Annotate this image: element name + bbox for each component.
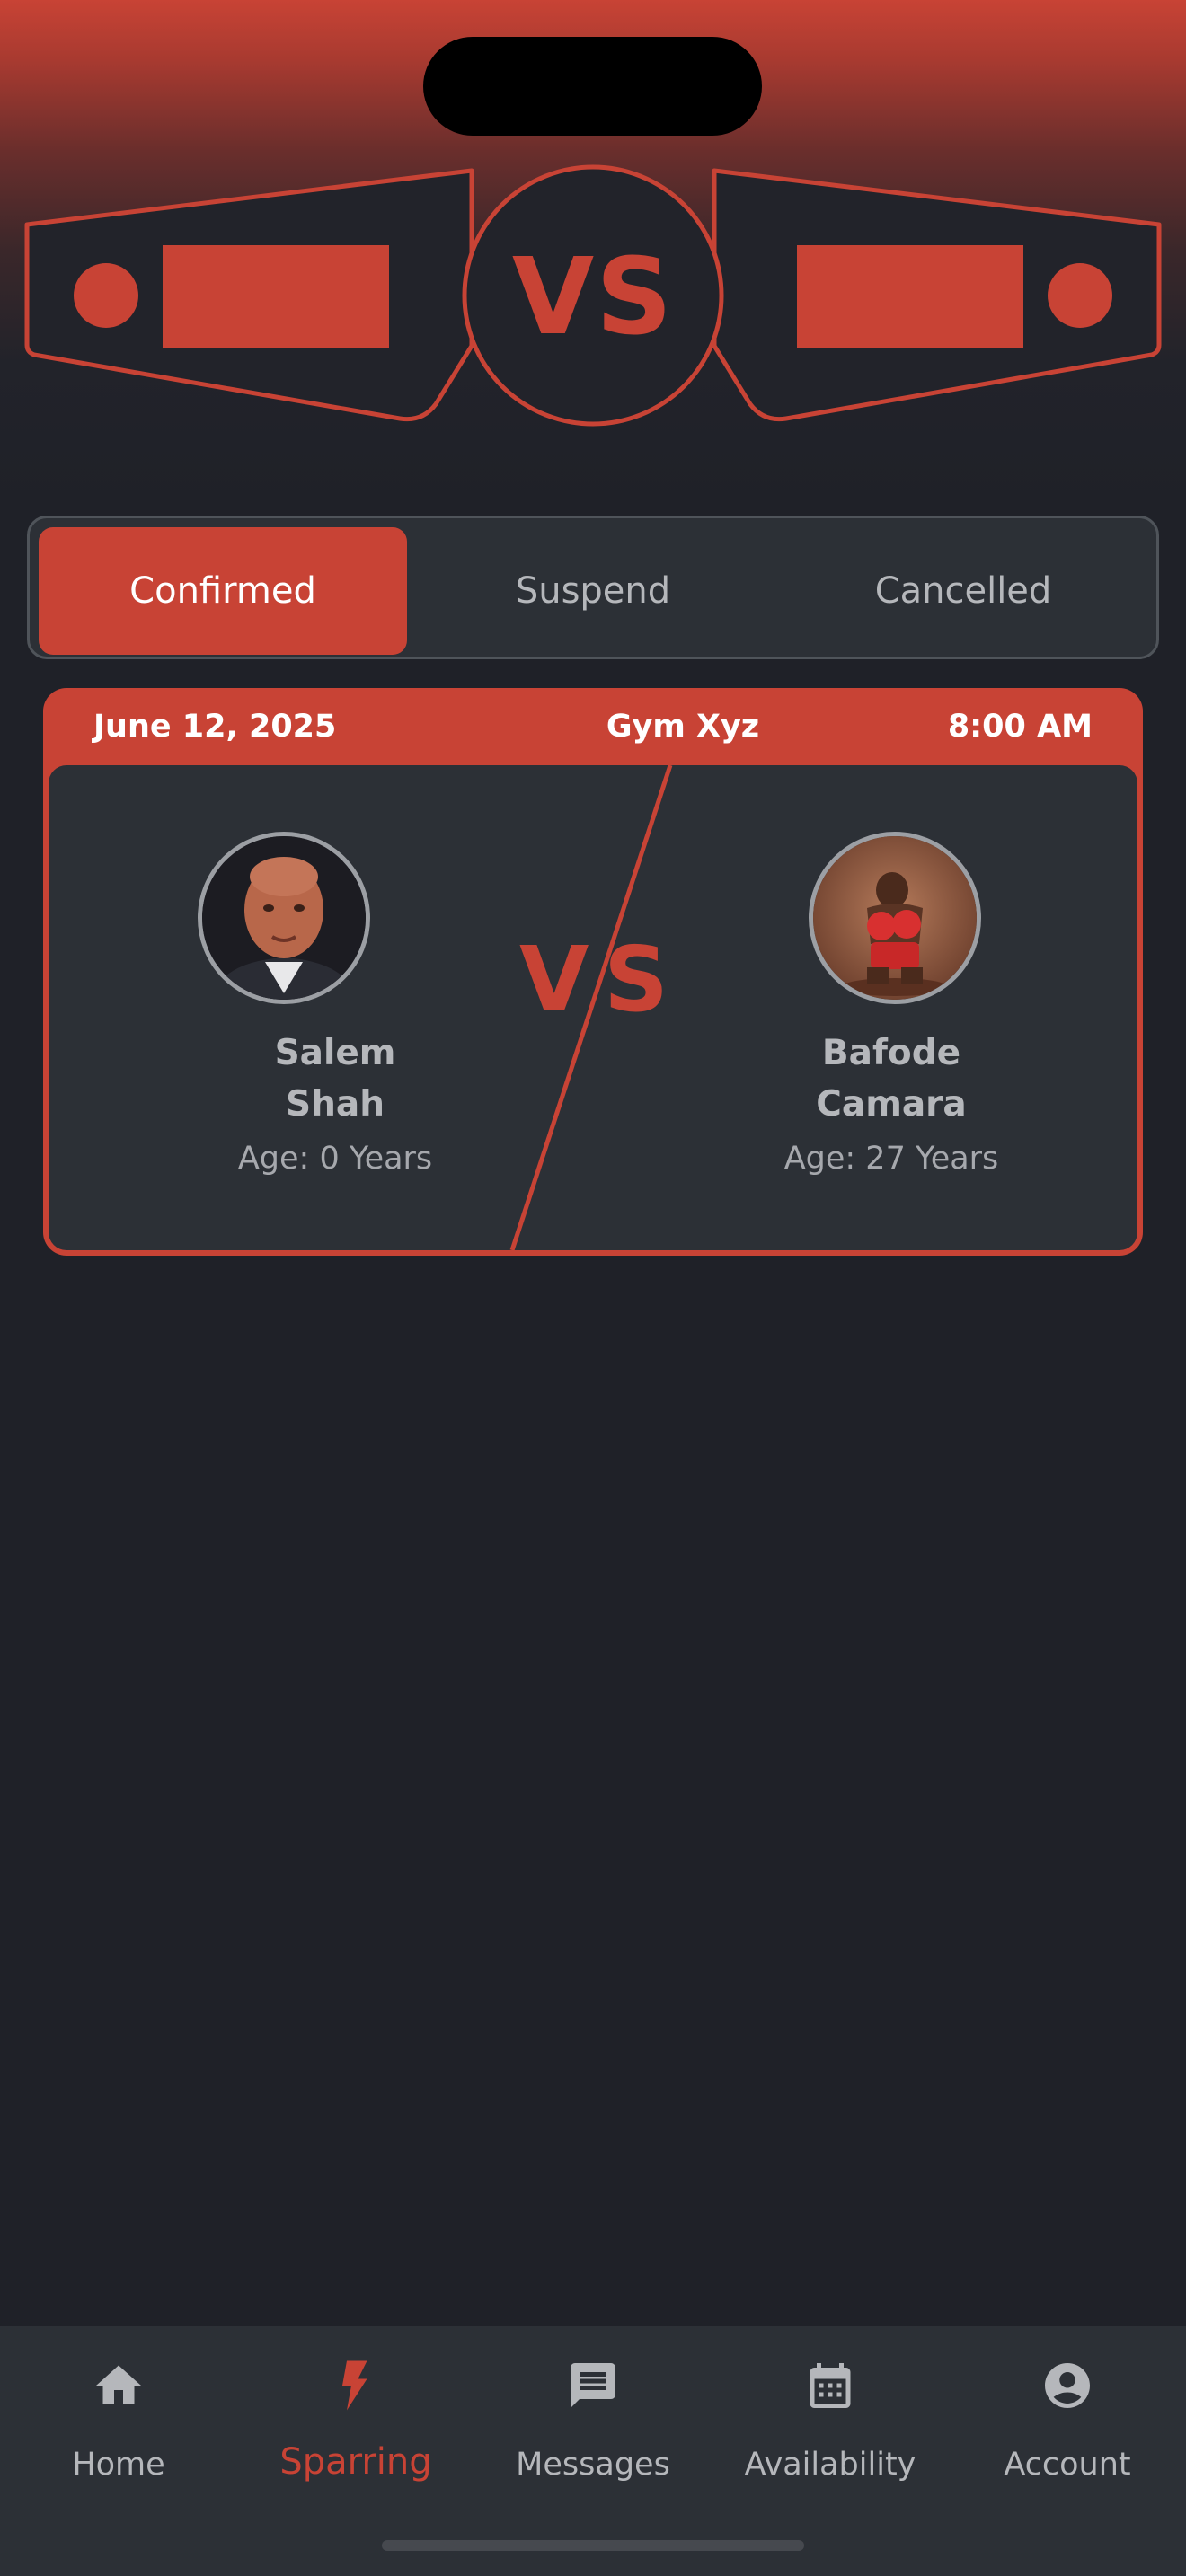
nav-home[interactable]: Home bbox=[0, 2348, 237, 2501]
vs-mid-right: S bbox=[604, 927, 669, 1032]
nav-messages-label: Messages bbox=[516, 2447, 670, 2483]
avatar-fighter-right[interactable] bbox=[809, 832, 981, 1004]
fighter-right-name-first: Bafode bbox=[821, 1033, 961, 1073]
match-card[interactable]: June 12, 2025 Gym Xyz 8:00 AM Salem Shah… bbox=[43, 688, 1143, 1256]
match-gym: Gym Xyz bbox=[606, 709, 760, 745]
vs-divider-line bbox=[509, 765, 673, 1250]
fighter-left-name-first: Salem bbox=[274, 1033, 396, 1073]
fighter-left-name-last: Shah bbox=[286, 1084, 385, 1125]
belt-right-dot bbox=[1048, 263, 1112, 328]
nav-home-label: Home bbox=[72, 2447, 165, 2483]
home-indicator[interactable] bbox=[382, 2540, 804, 2551]
portrait-right-image bbox=[813, 836, 977, 1000]
belt-vs-label: VS bbox=[511, 234, 675, 358]
account-circle-icon bbox=[1045, 2363, 1090, 2408]
nav-account[interactable]: Account bbox=[949, 2348, 1186, 2501]
nav-account-label: Account bbox=[1004, 2447, 1131, 2483]
lightning-icon bbox=[342, 2360, 367, 2411]
portrait-left-image bbox=[202, 836, 366, 1000]
fighter-left-age: Age: 0 Years bbox=[237, 1141, 433, 1177]
calendar-icon bbox=[810, 2363, 851, 2408]
dynamic-island bbox=[423, 37, 762, 136]
nav-sparring[interactable]: Sparring bbox=[237, 2348, 474, 2501]
avatar-fighter-left[interactable] bbox=[198, 832, 370, 1004]
nav-availability[interactable]: Availability bbox=[712, 2348, 949, 2501]
bottom-nav: Home Sparring Messages Availability Acco… bbox=[0, 2326, 1186, 2576]
nav-sparring-label: Sparring bbox=[279, 2441, 432, 2483]
tab-suspend[interactable]: Suspend bbox=[409, 527, 777, 655]
home-icon bbox=[96, 2365, 141, 2404]
fighter-right-name-last: Camara bbox=[816, 1084, 967, 1125]
nav-messages[interactable]: Messages bbox=[474, 2348, 712, 2501]
match-date: June 12, 2025 bbox=[93, 709, 337, 745]
fighter-right-age: Age: 27 Years bbox=[783, 1141, 999, 1177]
belt-left-dot bbox=[74, 263, 138, 328]
vs-mid-left: V bbox=[519, 927, 589, 1032]
match-time: 8:00 AM bbox=[947, 709, 1093, 745]
nav-availability-label: Availability bbox=[744, 2447, 916, 2483]
match-card-body: Salem Shah Age: 0 Years V S Bafode Camar… bbox=[49, 765, 1137, 1250]
tab-confirmed[interactable]: Confirmed bbox=[39, 527, 407, 655]
belt-right-plate bbox=[797, 245, 1023, 348]
status-tabs: Confirmed Suspend Cancelled bbox=[27, 516, 1159, 659]
belt-left-plate bbox=[163, 245, 389, 348]
tab-cancelled[interactable]: Cancelled bbox=[779, 527, 1147, 655]
message-icon bbox=[571, 2363, 615, 2408]
